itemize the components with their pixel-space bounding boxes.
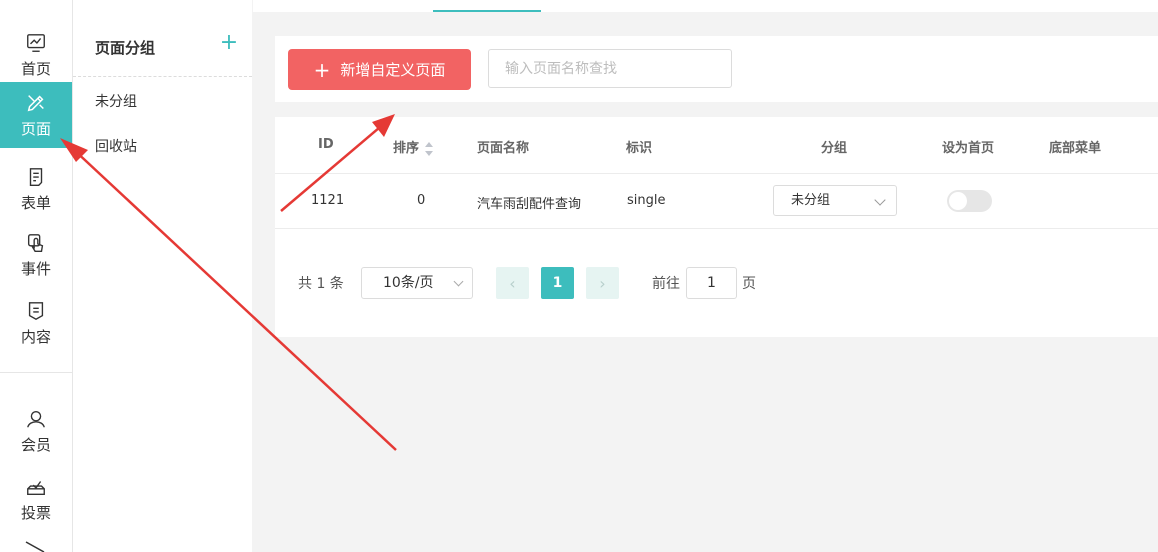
dashboard-icon [27, 33, 45, 52]
chevron-down-icon [453, 276, 464, 287]
plus-icon: + [313, 57, 331, 82]
more-nav-icon [25, 541, 45, 552]
group-select[interactable]: 未分组 [773, 185, 897, 216]
column-header-id: ID [318, 137, 334, 152]
next-page-button[interactable]: › [586, 267, 619, 299]
cell-key: single [627, 193, 666, 208]
column-header-sort[interactable]: 排序 [393, 137, 434, 156]
column-header-page-name: 页面名称 [477, 141, 530, 156]
active-tab-indicator [433, 10, 541, 12]
group-select-value: 未分组 [791, 193, 831, 208]
sort-caret-icon[interactable] [425, 141, 434, 156]
chevron-left-icon: ‹ [509, 273, 516, 293]
nav-item-label: 会员 [20, 435, 51, 454]
table-row-divider [275, 228, 1158, 229]
column-header-set-homepage: 设为首页 [942, 141, 995, 156]
user-icon [27, 410, 45, 427]
add-group-button[interactable]: + [219, 32, 239, 54]
nav-item-pages[interactable]: 页面 [0, 82, 72, 148]
design-tools-icon [27, 94, 44, 111]
nav-item-label: 事件 [20, 259, 51, 278]
column-header-sort-label: 排序 [393, 141, 420, 156]
column-header-bottom-menu: 底部菜单 [1049, 141, 1102, 156]
goto-page-input[interactable] [686, 267, 737, 299]
group-sidebar-title: 页面分组 [95, 39, 156, 57]
nav-item-label: 页面 [20, 119, 51, 138]
nav-divider [0, 372, 72, 373]
nav-item-label: 首页 [20, 59, 51, 78]
page-size-select[interactable]: 10条/页 [361, 267, 473, 299]
content-icon [28, 301, 44, 320]
nav-item-events[interactable]: 事件 [0, 222, 72, 288]
nav-item-label: 投票 [20, 503, 51, 522]
nav-item-forms[interactable]: 表单 [0, 156, 72, 222]
nav-item-content[interactable]: 内容 [0, 290, 72, 356]
page-toolbar: + 新增自定义页面 [275, 36, 1158, 102]
form-icon [29, 167, 43, 186]
page-name-search-input[interactable] [488, 49, 732, 88]
cell-id: 1121 [311, 193, 345, 208]
add-custom-page-button[interactable]: + 新增自定义页面 [288, 49, 471, 90]
cell-page-name: 汽车雨刮配件查询 [477, 197, 582, 212]
prev-page-button[interactable]: ‹ [496, 267, 529, 299]
chevron-down-icon [874, 194, 886, 206]
goto-label: 前往 [652, 276, 680, 292]
page-size-value: 10条/页 [383, 275, 434, 291]
nav-item-home[interactable]: 首页 [0, 22, 72, 88]
page-number-button[interactable]: 1 [541, 267, 574, 299]
pagination-total: 共 1 条 [298, 276, 344, 292]
table-header-divider [275, 173, 1158, 174]
group-sidebar-header: 页面分组 + [73, 0, 252, 77]
column-header-group: 分组 [821, 141, 848, 156]
vote-icon [27, 480, 45, 495]
page-group-sidebar: 页面分组 + 未分组 回收站 [73, 0, 252, 552]
nav-item-label: 表单 [20, 193, 51, 212]
nav-item-vote[interactable]: 投票 [0, 466, 72, 532]
set-homepage-toggle[interactable] [947, 190, 992, 212]
column-header-key: 标识 [626, 141, 653, 156]
add-custom-page-label: 新增自定义页面 [340, 61, 446, 79]
top-tab-strip [253, 0, 1158, 12]
pages-table: ID 排序 页面名称 标识 分组 设为首页 底部菜单 1121 0 汽车雨刮配件… [275, 117, 1158, 337]
group-item-recycle-bin[interactable]: 回收站 [95, 136, 137, 156]
page-suffix-label: 页 [742, 276, 756, 292]
toggle-knob [949, 192, 967, 210]
chevron-right-icon: › [599, 273, 606, 293]
nav-item-label: 内容 [20, 327, 51, 346]
cell-sort: 0 [417, 193, 426, 208]
touch-icon [27, 233, 44, 252]
main-nav: 首页 页面 表单 事件 内容 会员 投票 [0, 0, 73, 552]
nav-item-members[interactable]: 会员 [0, 398, 72, 464]
group-item-ungrouped[interactable]: 未分组 [95, 91, 137, 111]
